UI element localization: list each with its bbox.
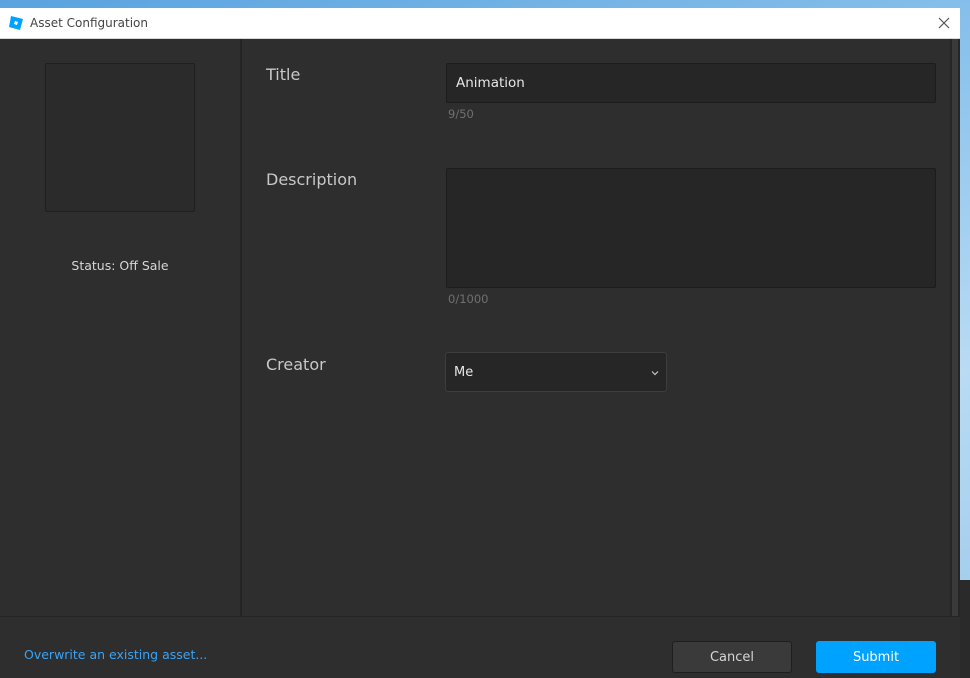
overwrite-existing-asset-link[interactable]: Overwrite an existing asset... (24, 647, 207, 662)
roblox-studio-icon (9, 16, 23, 30)
chevron-down-icon (651, 371, 659, 376)
preview-panel: Status: Off Sale (0, 39, 240, 616)
creator-dropdown[interactable]: Me (445, 352, 667, 392)
form-panel: Title 9/50 Description 0/1000 Creator Me (242, 39, 950, 616)
dialog-footer: Overwrite an existing asset... Cancel Su… (0, 616, 960, 678)
cancel-button[interactable]: Cancel (672, 641, 792, 673)
scrollbar-thumb[interactable] (952, 39, 958, 616)
creator-selected-value: Me (454, 365, 474, 380)
title-input[interactable] (446, 63, 936, 103)
title-label: Title (266, 65, 301, 84)
close-icon[interactable] (934, 13, 954, 33)
asset-thumbnail (45, 63, 195, 212)
window-title: Asset Configuration (30, 16, 148, 30)
sale-status: Status: Off Sale (71, 258, 169, 273)
description-char-counter: 0/1000 (448, 292, 489, 306)
submit-button[interactable]: Submit (816, 641, 936, 673)
title-bar: Asset Configuration (0, 8, 960, 39)
title-char-counter: 9/50 (448, 107, 474, 121)
description-label: Description (266, 170, 358, 189)
description-input[interactable] (446, 168, 936, 288)
asset-configuration-dialog: Asset Configuration Status: Off Sale Tit… (0, 8, 960, 678)
creator-label: Creator (266, 355, 326, 374)
